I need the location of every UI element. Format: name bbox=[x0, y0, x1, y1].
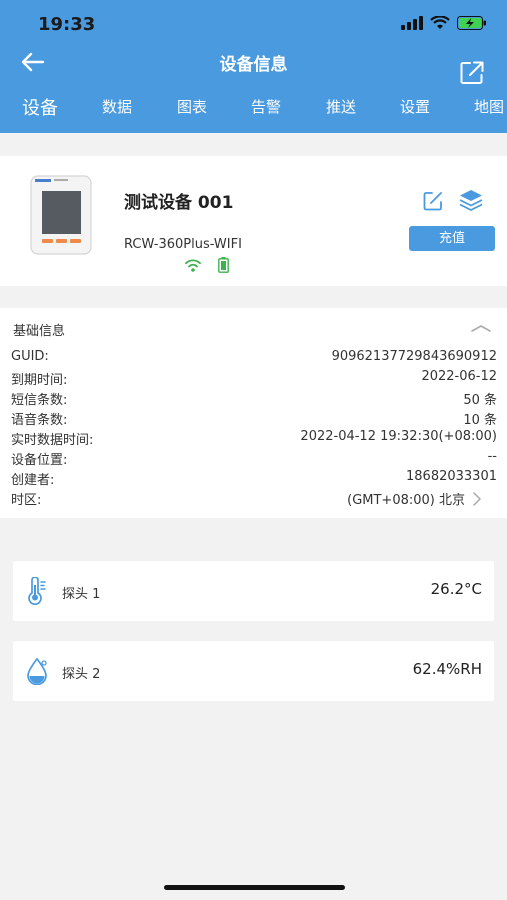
cellular-signal-icon bbox=[401, 16, 423, 30]
humidity-drop-icon bbox=[27, 657, 47, 685]
info-label: 到期时间: bbox=[11, 373, 68, 388]
info-value: (GMT+08:00) 北京 bbox=[347, 493, 465, 508]
probe-name: 探头 1 bbox=[62, 587, 101, 602]
info-row-location: 设备位置: -- bbox=[0, 449, 507, 469]
basic-info-card: 基础信息 GUID: 90962137729843690912 到期时间: 20… bbox=[0, 308, 507, 518]
info-value: 90962137729843690912 bbox=[331, 349, 497, 364]
info-row-sms-count: 短信条数: 50 条 bbox=[0, 389, 507, 409]
thermometer-icon bbox=[28, 577, 46, 605]
edit-icon[interactable] bbox=[422, 190, 444, 212]
battery-charging-icon bbox=[457, 16, 486, 30]
chevron-right-icon[interactable] bbox=[472, 492, 482, 506]
probe-name: 探头 2 bbox=[62, 667, 101, 682]
page-title: 设备信息 bbox=[219, 55, 288, 75]
probe-value: 62.4%RH bbox=[412, 660, 482, 678]
info-value: -- bbox=[487, 449, 497, 464]
info-label: 短信条数: bbox=[11, 393, 68, 408]
tab-alarm[interactable]: 告警 bbox=[251, 96, 281, 117]
status-icons bbox=[401, 16, 487, 30]
tab-settings[interactable]: 设置 bbox=[400, 96, 430, 117]
device-card: 测试设备 001 RCW-360Plus-WIFI 充值 bbox=[0, 156, 507, 286]
info-label: 设备位置: bbox=[11, 453, 68, 468]
info-value: 2022-04-12 19:32:30(+08:00) bbox=[300, 429, 497, 444]
info-value: 2022-06-12 bbox=[421, 369, 497, 384]
status-bar: 19:33 bbox=[0, 0, 507, 50]
info-label: GUID: bbox=[11, 349, 49, 364]
layers-icon[interactable] bbox=[458, 188, 484, 212]
info-row-voice-count: 语音条数: 10 条 bbox=[0, 409, 507, 429]
probe-card-2[interactable]: 探头 2 62.4%RH bbox=[13, 641, 494, 701]
info-row-guid: GUID: 90962137729843690912 bbox=[0, 349, 507, 369]
info-row-expiry: 到期时间: 2022-06-12 bbox=[0, 369, 507, 389]
info-label: 实时数据时间: bbox=[11, 433, 94, 448]
home-indicator[interactable] bbox=[164, 885, 345, 890]
tab-device[interactable]: 设备 bbox=[22, 94, 58, 120]
info-label: 语音条数: bbox=[11, 413, 68, 428]
device-model: RCW-360Plus-WIFI bbox=[124, 237, 242, 252]
share-external-icon[interactable] bbox=[459, 60, 485, 86]
tab-push[interactable]: 推送 bbox=[326, 96, 356, 117]
probe-card-1[interactable]: 探头 1 26.2°C bbox=[13, 561, 494, 621]
battery-level-icon bbox=[218, 257, 229, 273]
wifi-signal-icon bbox=[185, 259, 201, 272]
recharge-button[interactable]: 充值 bbox=[409, 226, 495, 251]
status-time: 19:33 bbox=[38, 14, 96, 35]
info-label: 时区: bbox=[11, 493, 42, 508]
app-header: 19:33 设备信息 设备 数据 图表 告警 推送 设置 地图 bbox=[0, 0, 507, 133]
title-row: 设备信息 bbox=[0, 44, 507, 84]
info-row-realtime: 实时数据时间: 2022-04-12 19:32:30(+08:00) bbox=[0, 429, 507, 449]
tab-bar: 设备 数据 图表 告警 推送 设置 地图 bbox=[0, 96, 507, 126]
info-row-timezone[interactable]: 时区: (GMT+08:00) 北京 bbox=[0, 489, 507, 509]
info-value: 18682033301 bbox=[406, 469, 497, 484]
tab-chart[interactable]: 图表 bbox=[177, 96, 207, 117]
device-name: 测试设备 001 bbox=[124, 193, 234, 213]
tab-data[interactable]: 数据 bbox=[102, 96, 132, 117]
info-label: 创建者: bbox=[11, 473, 55, 488]
tab-map[interactable]: 地图 bbox=[474, 96, 504, 117]
info-row-creator: 创建者: 18682033301 bbox=[0, 469, 507, 489]
probe-value: 26.2°C bbox=[430, 580, 482, 598]
collapse-chevron-icon[interactable] bbox=[471, 324, 491, 332]
info-value: 50 条 bbox=[463, 393, 497, 408]
device-image bbox=[30, 175, 92, 255]
info-value: 10 条 bbox=[463, 413, 497, 428]
basic-info-title: 基础信息 bbox=[13, 324, 66, 339]
wifi-status-icon bbox=[430, 16, 450, 29]
